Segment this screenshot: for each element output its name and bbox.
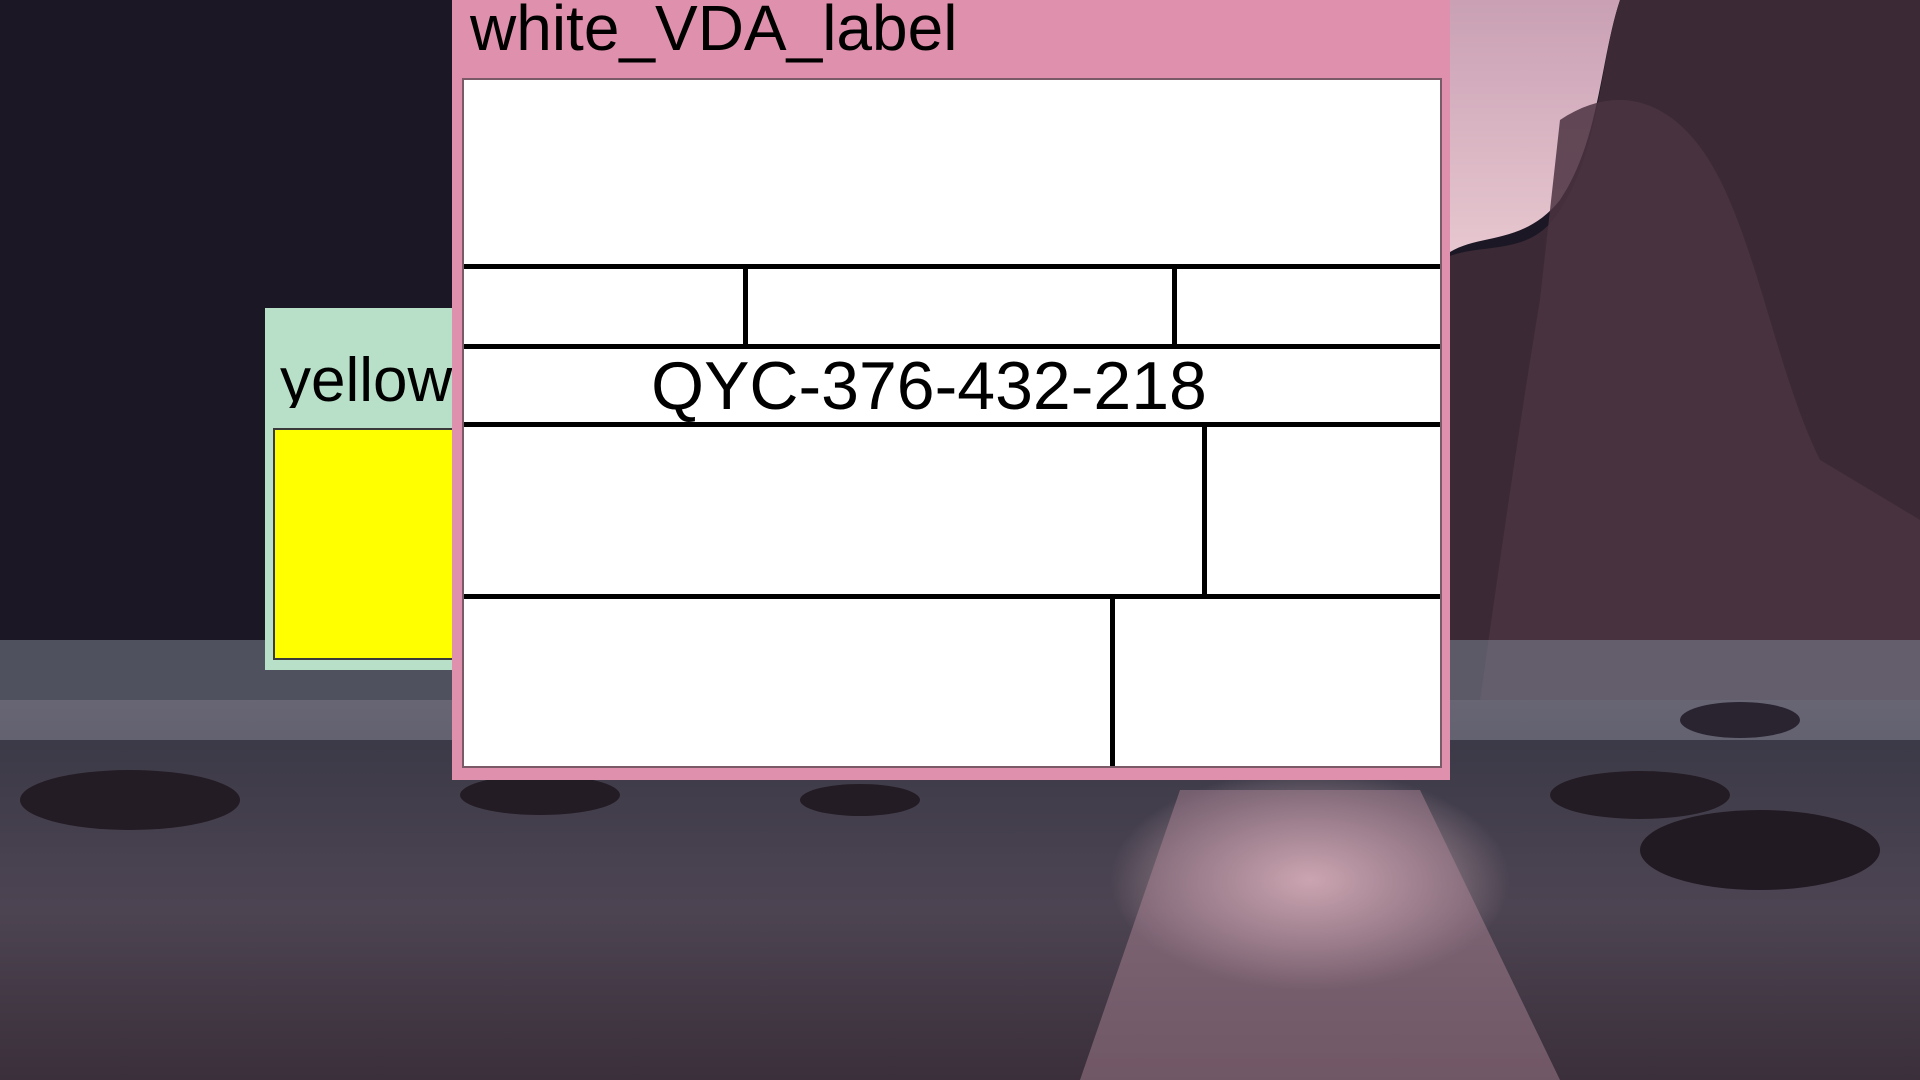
vda-label[interactable]: QYC-376-432-218 [462,78,1442,768]
window-title: yellow [280,346,453,409]
window-title: white_VDA_label [470,0,958,64]
window-title-bar[interactable]: yellow [265,308,475,409]
yellow-window[interactable]: yellow [265,308,475,670]
label-divider [1172,264,1177,348]
label-divider [464,264,1440,269]
desktop: yellow white_VDA_label QYC-376-432-218 [0,0,1920,1080]
label-code: QYC-376-432-218 [651,348,1207,424]
label-divider [1110,594,1115,766]
window-title-bar[interactable]: white_VDA_label [452,0,1450,68]
label-divider [743,264,748,348]
yellow-content-area[interactable] [273,428,475,660]
white-vda-label-window[interactable]: white_VDA_label QYC-376-432-218 [452,0,1450,780]
label-divider [464,594,1440,599]
label-divider [1202,422,1207,598]
